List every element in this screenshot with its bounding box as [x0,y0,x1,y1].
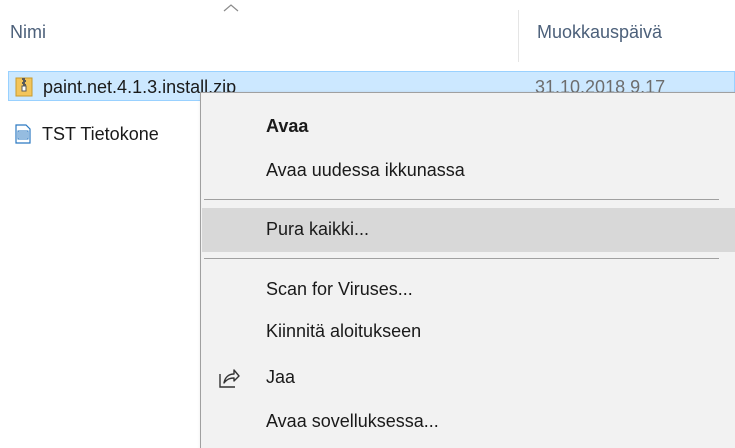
column-divider[interactable] [518,10,519,62]
menu-item-open-with[interactable]: Avaa sovelluksessa... [201,400,735,444]
menu-label: Kiinnitä aloitukseen [266,321,422,341]
menu-item-extract-all[interactable]: Pura kaikki... [202,208,735,252]
menu-label: Pura kaikki... [266,219,370,239]
column-modified-header[interactable]: Muokkauspäivä [537,22,662,43]
menu-item-scan-viruses[interactable]: Scan for Viruses... [201,268,735,312]
menu-label: Avaa sovelluksessa... [266,411,439,431]
menu-label: Avaa uudessa ikkunassa [266,160,465,180]
menu-item-pin-start[interactable]: Kiinnitä aloitukseen [201,310,735,354]
menu-item-open[interactable]: Avaa [201,105,735,149]
zip-folder-icon [15,77,33,97]
menu-label: Scan for Viruses... [266,279,413,299]
menu-item-open-new-window[interactable]: Avaa uudessa ikkunassa [201,149,735,193]
document-icon [15,124,31,144]
column-name-header[interactable]: Nimi [10,22,46,43]
share-icon [219,369,240,388]
menu-separator [204,258,719,259]
sort-up-chevron-icon [223,4,239,12]
file-name: TST Tietokone [42,124,159,144]
menu-item-share[interactable]: Jaa [201,356,735,400]
menu-label: Avaa [266,116,309,136]
column-header: Nimi Muokkauspäivä [0,0,735,68]
menu-label: Jaa [266,367,296,387]
context-menu: Avaa Avaa uudessa ikkunassa Pura kaikki.… [200,92,735,448]
menu-separator [204,199,719,200]
